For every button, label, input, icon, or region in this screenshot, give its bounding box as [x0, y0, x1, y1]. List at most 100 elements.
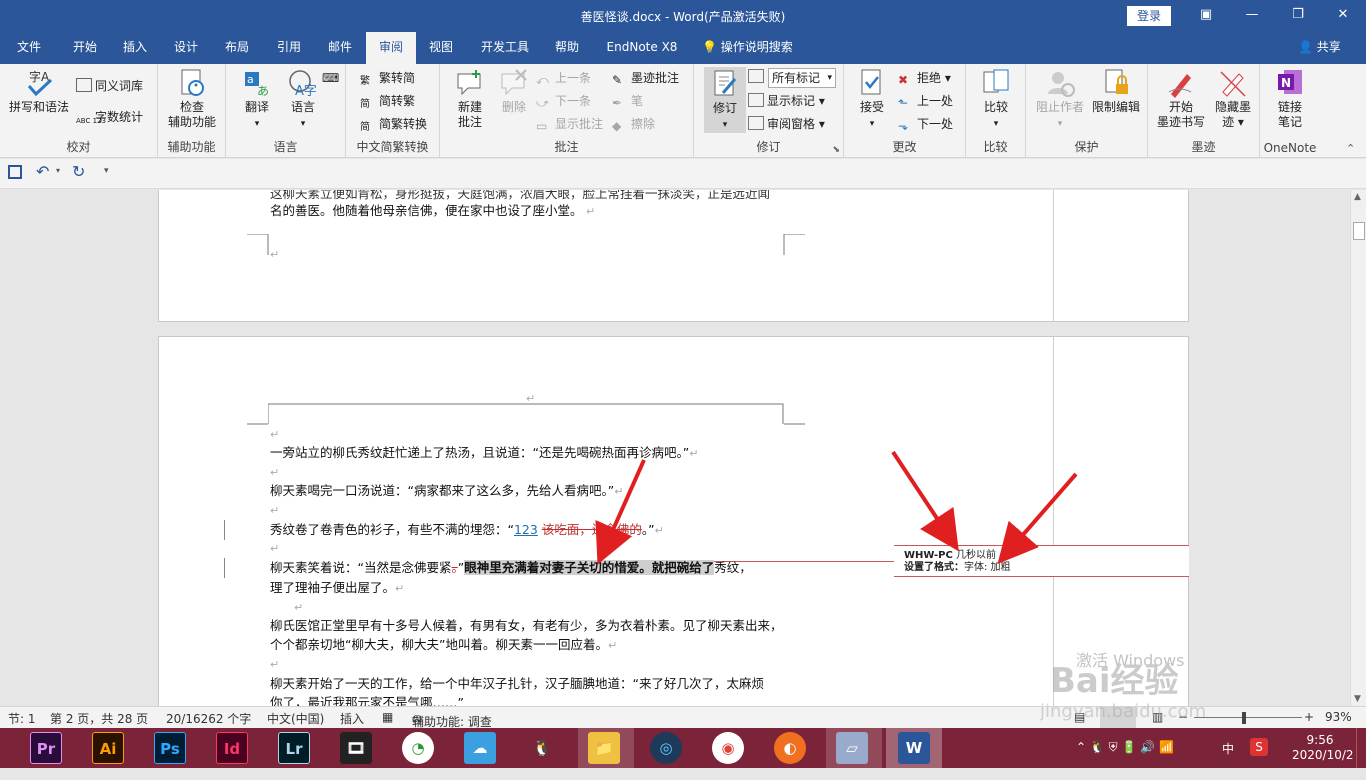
clock-time: 9:56 — [1306, 733, 1334, 747]
compare-button[interactable]: 比较 ▾ — [974, 68, 1018, 132]
prev-change-button[interactable]: ⬑ 上一处 — [898, 91, 953, 111]
next-comment-button[interactable]: ⤻ 下一条 — [536, 91, 591, 111]
tray-icons[interactable]: ⌃ 🐧 ⛨ 🔋 🔊 📶 — [1076, 740, 1174, 780]
undo-dropdown-icon[interactable]: ▾ — [56, 166, 60, 175]
document-area[interactable]: 这柳天素立便如肯松，身形挺拔，天庭饱满，浓眉大眼，脸上常挂着一抹淡笑，正是远近闻… — [0, 190, 1350, 706]
browser-icon[interactable]: ◎ — [650, 732, 682, 764]
spelling-button[interactable]: 字A 拼写和语法 — [6, 68, 72, 115]
zoom-slider[interactable] — [1194, 717, 1302, 718]
convert-button[interactable]: 简简繁转换 — [360, 114, 427, 134]
keyboard-icon[interactable]: ⌨ — [322, 68, 339, 88]
status-page[interactable]: 第 2 页，共 28 页 — [50, 710, 148, 727]
chat-app-icon[interactable]: ☁ — [464, 732, 496, 764]
photoshop-icon[interactable]: Ps — [154, 732, 186, 764]
chrome-icon[interactable]: ◉ — [712, 732, 744, 764]
qq-icon[interactable]: 🐧 — [526, 732, 558, 764]
check-accessibility-button[interactable]: 检查 辅助功能 — [164, 68, 220, 130]
tab-file[interactable]: 文件 — [6, 32, 52, 64]
tab-endnote[interactable]: EndNote X8 — [600, 32, 684, 64]
vertical-scrollbar[interactable]: ▲ ▼ — [1350, 190, 1366, 706]
zoom-level[interactable]: 93% — [1325, 710, 1352, 724]
next-change-button[interactable]: ⬎ 下一处 — [898, 114, 953, 134]
tab-developer[interactable]: 开发工具 — [474, 32, 536, 64]
translate-button[interactable]: aあ 翻译 ▾ — [234, 68, 280, 132]
ribbon-display-icon[interactable]: ▣ — [1183, 0, 1229, 32]
show-desktop-button[interactable] — [1356, 728, 1366, 768]
web-layout-icon[interactable]: ▥ — [1152, 710, 1163, 724]
file-explorer-icon[interactable]: 📁 — [588, 732, 620, 764]
delete-comment-button[interactable]: 删除 — [494, 68, 534, 115]
status-language[interactable]: 中文(中国) — [267, 710, 324, 727]
ink-comment-button[interactable]: ✎ 墨迹批注 — [612, 68, 679, 88]
restrict-editing-button[interactable]: 限制编辑 — [1088, 68, 1144, 115]
status-words[interactable]: 20/16262 个字 — [166, 710, 251, 727]
tab-view[interactable]: 视图 — [418, 32, 464, 64]
reject-button[interactable]: ✖ 拒绝 ▾ — [898, 68, 951, 88]
indesign-icon[interactable]: Id — [216, 732, 248, 764]
track-changes-button[interactable]: 修订 ▾ — [704, 67, 746, 133]
show-markup-button[interactable]: 显示标记 ▾ — [748, 91, 825, 111]
trad-to-simp-button[interactable]: 繁繁转简 — [360, 68, 415, 88]
status-section[interactable]: 节: 1 — [8, 710, 36, 727]
collapse-ribbon-icon[interactable]: ⌃ — [1346, 142, 1355, 155]
tab-review[interactable]: 审阅 — [366, 32, 416, 64]
app-icon[interactable]: ◔ — [402, 732, 434, 764]
tab-mailings[interactable]: 邮件 — [317, 32, 363, 64]
app-orange-icon[interactable]: ◐ — [774, 732, 806, 764]
undo-icon[interactable]: ↶ — [36, 162, 49, 181]
zoom-out-icon[interactable]: − — [1178, 710, 1188, 724]
sogou-icon[interactable]: S — [1250, 738, 1268, 756]
linked-notes-button[interactable]: N 链接 笔记 — [1266, 68, 1314, 130]
tab-references[interactable]: 引用 — [266, 32, 312, 64]
markup-select[interactable]: 所有标记 ▾ — [768, 68, 836, 88]
tab-design[interactable]: 设计 — [163, 32, 209, 64]
hide-ink-button[interactable]: 隐藏墨 迹 ▾ — [1208, 68, 1258, 130]
word-icon[interactable]: W — [898, 732, 930, 764]
show-comments-button[interactable]: ▭ 显示批注 — [536, 114, 603, 134]
premiere-icon[interactable]: Pr — [30, 732, 62, 764]
wordcount-button[interactable]: ABC 123字数统计 — [76, 107, 143, 127]
video-editor-icon[interactable]: 🎞 — [340, 732, 372, 764]
tab-home[interactable]: 开始 — [60, 32, 110, 64]
illustrator-icon[interactable]: Ai — [92, 732, 124, 764]
simp-to-trad-button[interactable]: 简简转繁 — [360, 91, 415, 111]
review-pane-button[interactable]: 审阅窗格 ▾ — [748, 114, 825, 134]
new-comment-button[interactable]: 新建 批注 — [446, 68, 494, 130]
revision-balloon[interactable]: WHW-PC 几秒以前 设置了格式：字体: 加粗 — [894, 545, 1189, 577]
login-button[interactable]: 登录 — [1127, 6, 1171, 26]
accept-button[interactable]: 接受 ▾ — [850, 68, 894, 132]
tab-help[interactable]: 帮助 — [544, 32, 590, 64]
prev-comment-button[interactable]: ⤺ 上一条 — [536, 68, 591, 88]
restore-button[interactable]: ❐ — [1275, 0, 1321, 32]
erase-button[interactable]: ◆ 擦除 — [612, 114, 655, 134]
scroll-thumb[interactable] — [1353, 222, 1365, 240]
redo-icon[interactable]: ↻ — [72, 162, 85, 181]
save-icon[interactable] — [8, 165, 22, 179]
pen-button[interactable]: ✒ 笔 — [612, 91, 643, 111]
notes-app-icon[interactable]: ▱ — [836, 732, 868, 764]
lightroom-icon[interactable]: Lr — [278, 732, 310, 764]
language-button[interactable]: A字 语言 ▾ — [280, 68, 326, 132]
zoom-slider-thumb[interactable] — [1242, 712, 1246, 724]
read-mode-icon[interactable]: ▤ — [1074, 710, 1085, 724]
print-layout-icon[interactable] — [1100, 707, 1136, 728]
minimize-button[interactable]: — — [1229, 0, 1275, 32]
ime-indicator[interactable]: 中 — [1222, 740, 1234, 780]
group-onenote: N 链接 笔记 OneNote — [1260, 64, 1320, 158]
dialog-launcher-icon[interactable]: ⬊ — [832, 145, 840, 155]
scroll-down-icon[interactable]: ▼ — [1354, 694, 1361, 704]
customize-qat-icon[interactable]: ▾ — [104, 166, 109, 176]
scroll-up-icon[interactable]: ▲ — [1354, 192, 1361, 202]
clock[interactable]: 9:56 2020/10/2 — [1292, 733, 1354, 773]
tab-insert[interactable]: 插入 — [112, 32, 158, 64]
thesaurus-button[interactable]: 同义词库 — [76, 76, 143, 96]
block-authors-button[interactable]: 阻止作者 ▾ — [1032, 68, 1088, 132]
zoom-in-icon[interactable]: + — [1304, 710, 1314, 724]
tab-layout[interactable]: 布局 — [214, 32, 260, 64]
close-button[interactable]: ✕ — [1320, 0, 1366, 32]
start-inking-button[interactable]: 开始 墨迹书写 — [1154, 68, 1208, 130]
tell-me-search[interactable]: 💡 操作说明搜索 — [702, 32, 814, 64]
share-button[interactable]: 👤 共享 — [1298, 32, 1341, 64]
macro-icon[interactable]: ▦ — [382, 710, 393, 724]
status-insert-mode[interactable]: 插入 — [340, 710, 364, 727]
